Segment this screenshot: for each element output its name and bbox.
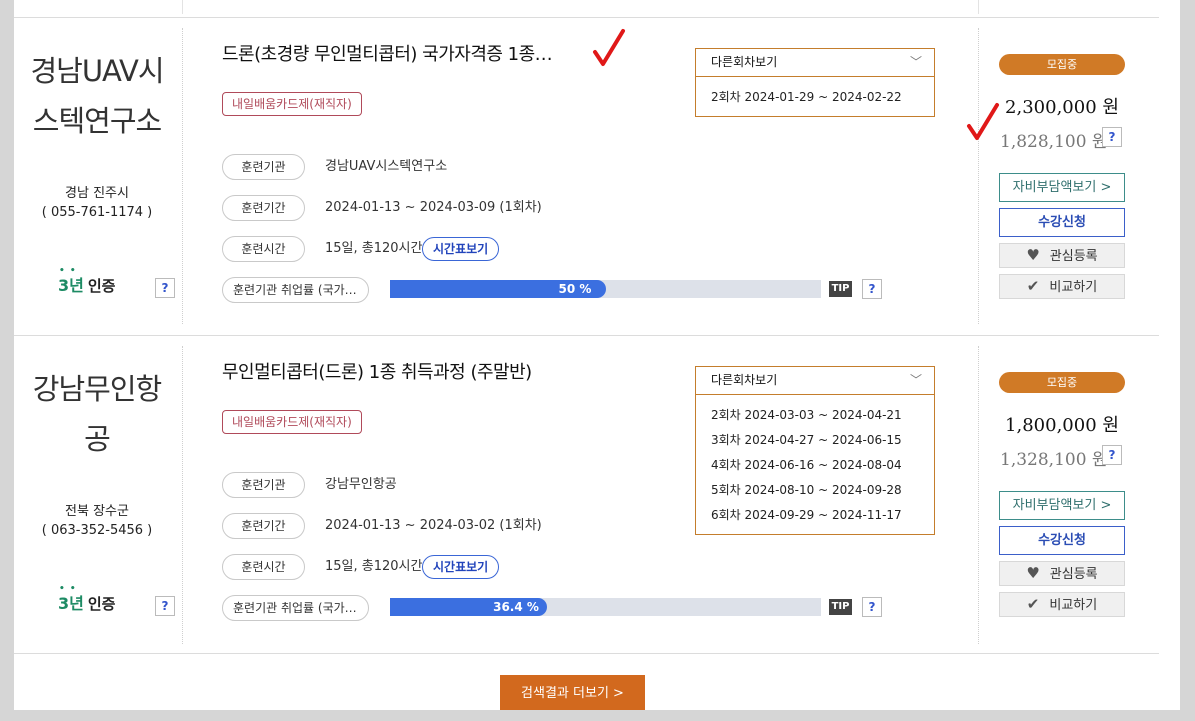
period-value: 2024-01-13 ~ 2024-03-09 (1회차) bbox=[325, 200, 542, 215]
certification-badge: • • 3년 인증 bbox=[58, 584, 116, 613]
course-title[interactable]: 무인멀티콥터(드론) 1종 취득과정 (주말반) bbox=[222, 358, 532, 384]
time-label: 훈련시간 bbox=[222, 554, 305, 580]
apply-button[interactable]: 수강신청 bbox=[999, 526, 1125, 555]
cert-help-button[interactable]: ? bbox=[155, 596, 175, 616]
checkmark-icon: ✔ bbox=[1026, 277, 1040, 295]
org-location: 전북 장수군 bbox=[65, 504, 129, 519]
period-value: 2024-01-13 ~ 2024-03-02 (1회차) bbox=[325, 518, 542, 533]
heart-icon: ♥ bbox=[1026, 246, 1040, 264]
other-sessions-dropdown[interactable]: 다른회차보기 ﹀ 2회차 2024-01-29 ~ 2024-02-22 bbox=[695, 48, 935, 117]
session-item[interactable]: 4회차 2024-06-16 ~ 2024-08-04 bbox=[711, 453, 934, 478]
course-price: 1,800,000 원 bbox=[1005, 415, 1119, 436]
session-list: 2회차 2024-03-03 ~ 2024-04-21 3회차 2024-04-… bbox=[696, 395, 934, 534]
other-sessions-header[interactable]: 다른회차보기 ﹀ bbox=[696, 367, 934, 395]
checkmark-icon bbox=[593, 29, 625, 66]
price-help-button[interactable]: ? bbox=[1102, 445, 1122, 465]
employment-rate-text: 36.4 % bbox=[493, 600, 539, 614]
course-price: 2,300,000 원 bbox=[1005, 97, 1119, 118]
price-help-button[interactable]: ? bbox=[1102, 127, 1122, 147]
other-sessions-dropdown[interactable]: 다른회차보기 ﹀ 2회차 2024-03-03 ~ 2024-04-21 3회차… bbox=[695, 366, 935, 535]
course-title[interactable]: 드론(초경량 무인멀티콥터) 국가자격증 1종… bbox=[222, 40, 553, 66]
session-list: 2회차 2024-01-29 ~ 2024-02-22 bbox=[696, 77, 934, 116]
course-card: 경남UAV시 스텍연구소 경남 진주시 ( 055-761-1174 ) • •… bbox=[14, 0, 1180, 336]
org-name[interactable]: 경남UAV시 스텍연구소 bbox=[14, 46, 180, 146]
self-pay-button[interactable]: 자비부담액보기 > bbox=[999, 173, 1125, 202]
employment-progress: 50 % bbox=[390, 280, 821, 298]
wish-button[interactable]: ♥ 관심등록 bbox=[999, 243, 1125, 268]
compare-button[interactable]: ✔ 비교하기 bbox=[999, 592, 1125, 617]
wish-button[interactable]: ♥ 관심등록 bbox=[999, 561, 1125, 586]
apply-button[interactable]: 수강신청 bbox=[999, 208, 1125, 237]
tip-badge[interactable]: TIP bbox=[829, 281, 852, 297]
course-price-after-support: 1,828,100 원 bbox=[1000, 132, 1108, 152]
status-badge: 모집중 bbox=[999, 372, 1125, 393]
time-value: 15일, 총120시간 bbox=[325, 559, 423, 574]
session-item[interactable]: 5회차 2024-08-10 ~ 2024-09-28 bbox=[711, 478, 934, 503]
funding-tag: 내일배움카드제(재직자) bbox=[222, 92, 362, 116]
heart-icon: ♥ bbox=[1026, 564, 1040, 582]
timetable-button[interactable]: 시간표보기 bbox=[422, 237, 500, 261]
timetable-button[interactable]: 시간표보기 bbox=[422, 555, 500, 579]
institution-label: 훈련기관 bbox=[222, 472, 305, 498]
certification-badge: • • 3년 인증 bbox=[58, 266, 116, 295]
institution-value: 강남무인항공 bbox=[325, 477, 397, 492]
status-badge: 모집중 bbox=[999, 54, 1125, 75]
org-location: 경남 진주시 bbox=[65, 186, 129, 201]
org-name[interactable]: 강남무인항 공 bbox=[14, 364, 180, 464]
chevron-down-icon: ﹀ bbox=[909, 55, 922, 69]
time-label: 훈련시간 bbox=[222, 236, 305, 262]
chevron-down-icon: ﹀ bbox=[909, 373, 922, 387]
period-label: 훈련기간 bbox=[222, 195, 305, 221]
org-phone: ( 055-761-1174 ) bbox=[41, 205, 153, 220]
session-item[interactable]: 2회차 2024-03-03 ~ 2024-04-21 bbox=[711, 403, 934, 428]
org-phone: ( 063-352-5456 ) bbox=[41, 523, 153, 538]
session-item[interactable]: 2회차 2024-01-29 ~ 2024-02-22 bbox=[711, 85, 934, 110]
funding-tag: 내일배움카드제(재직자) bbox=[222, 410, 362, 434]
more-results-button[interactable]: 검색결과 더보기 > bbox=[500, 675, 645, 713]
org-contact: 경남 진주시 ( 055-761-1174 ) bbox=[14, 184, 180, 222]
tip-badge[interactable]: TIP bbox=[829, 599, 852, 615]
cert-help-button[interactable]: ? bbox=[155, 278, 175, 298]
other-sessions-header[interactable]: 다른회차보기 ﹀ bbox=[696, 49, 934, 77]
employment-rate-text: 50 % bbox=[558, 282, 592, 296]
employment-help-button[interactable]: ? bbox=[862, 279, 882, 299]
period-label: 훈련기간 bbox=[222, 513, 305, 539]
session-item[interactable]: 3회차 2024-04-27 ~ 2024-06-15 bbox=[711, 428, 934, 453]
employment-help-button[interactable]: ? bbox=[862, 597, 882, 617]
self-pay-button[interactable]: 자비부담액보기 > bbox=[999, 491, 1125, 520]
institution-value: 경남UAV시스텍연구소 bbox=[325, 159, 448, 174]
course-card: 강남무인항 공 전북 장수군 ( 063-352-5456 ) • • 3년 인증… bbox=[14, 336, 1180, 654]
org-contact: 전북 장수군 ( 063-352-5456 ) bbox=[14, 502, 180, 540]
session-item[interactable]: 6회차 2024-09-29 ~ 2024-11-17 bbox=[711, 503, 934, 528]
page-bottom-edge bbox=[0, 710, 1195, 721]
checkmark-icon bbox=[967, 103, 999, 140]
compare-button[interactable]: ✔ 비교하기 bbox=[999, 274, 1125, 299]
checkmark-icon: ✔ bbox=[1026, 595, 1040, 613]
employment-label[interactable]: 훈련기관 취업률 (국가… bbox=[222, 277, 369, 303]
course-price-after-support: 1,328,100 원 bbox=[1000, 450, 1108, 470]
results-panel: 경남UAV시 스텍연구소 경남 진주시 ( 055-761-1174 ) • •… bbox=[14, 0, 1180, 721]
employment-label[interactable]: 훈련기관 취업률 (국가… bbox=[222, 595, 369, 621]
institution-label: 훈련기관 bbox=[222, 154, 305, 180]
employment-progress: 36.4 % bbox=[390, 598, 821, 616]
time-value: 15일, 총120시간 bbox=[325, 241, 423, 256]
